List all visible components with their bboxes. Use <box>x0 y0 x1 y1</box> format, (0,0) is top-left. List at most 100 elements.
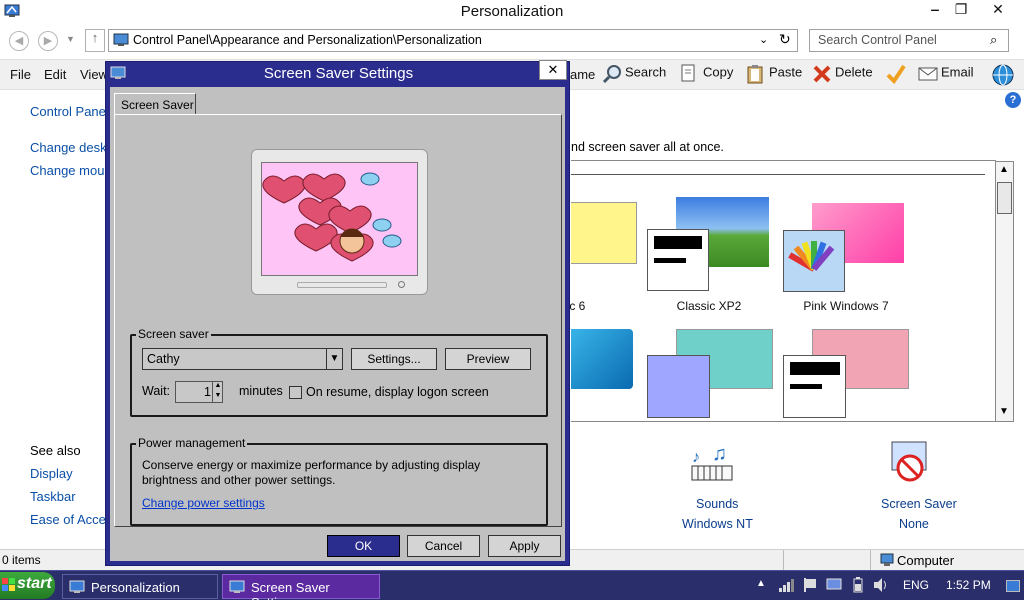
tray-expand-icon[interactable]: ▲ <box>756 578 766 589</box>
ok-button[interactable]: OK <box>327 535 400 557</box>
help-icon[interactable]: ? <box>1005 92 1021 108</box>
clock[interactable]: 1:52 PM <box>946 578 991 592</box>
screen-saver-dialog: Screen Saver Settings Screen Saver Scree… <box>105 61 570 566</box>
taskbar-item-label: Personalization <box>91 580 180 595</box>
change-mouse-link[interactable]: Change mous <box>30 163 111 178</box>
wait-value: 1 <box>204 385 211 399</box>
window-line-shape <box>654 258 686 263</box>
monitor-power-button <box>398 281 405 288</box>
battery-icon[interactable] <box>852 576 864 597</box>
theme-row2-b-window <box>647 355 710 418</box>
forward-icon[interactable]: ▶ <box>38 31 58 51</box>
monitor-icon[interactable] <box>826 577 842 596</box>
copy-icon <box>680 64 698 82</box>
computer-icon <box>880 553 894 570</box>
address-dropdown-icon[interactable]: ⌄ <box>759 33 768 46</box>
gallery-scrollbar[interactable]: ▲ ▼ <box>995 161 1014 422</box>
screen-saver-icon[interactable] <box>888 440 938 493</box>
network-signal-icon[interactable] <box>778 577 794 596</box>
copy-button[interactable]: Copy <box>680 64 733 82</box>
refresh-icon[interactable]: ↻ <box>779 31 791 48</box>
stepper-down-icon[interactable]: ▼ <box>212 392 223 402</box>
tab-panel: Screen saver Cathy ▼ Settings... Preview… <box>114 114 562 527</box>
status-divider <box>870 550 871 570</box>
language-indicator[interactable]: ENG <box>903 578 929 592</box>
copy-button-label: Copy <box>703 64 734 80</box>
delete-button[interactable]: Delete <box>812 64 873 83</box>
flag-icon[interactable] <box>802 577 818 596</box>
search-icon[interactable]: ⌕ <box>990 32 997 48</box>
screen-saver-preview-screen <box>261 162 418 276</box>
screen-saver-label[interactable]: Screen Saver <box>881 497 957 511</box>
taskbar-link[interactable]: Taskbar <box>30 489 76 504</box>
cathy-hearts-graphic <box>262 172 402 262</box>
search-placeholder: Search Control Panel <box>818 33 937 47</box>
history-dropdown-icon[interactable]: ▼ <box>66 34 75 44</box>
control-panel-home-link[interactable]: Control Panel <box>30 104 109 119</box>
menu-edit[interactable]: Edit <box>44 67 66 82</box>
theme-pink-win7-window <box>783 230 845 292</box>
sounds-label[interactable]: Sounds <box>696 497 738 511</box>
window-bar-shape <box>790 362 840 375</box>
chevron-down-icon[interactable]: ▼ <box>326 348 342 370</box>
theme-row2-a-preview[interactable] <box>571 329 633 389</box>
checkmark-button[interactable] <box>886 64 909 85</box>
theme-pink-win7-label: Pink Windows 7 <box>803 299 889 313</box>
sounds-icon[interactable]: ♫ ♪ <box>688 440 742 493</box>
taskbar-item-screen-saver-settings[interactable]: Screen Saver Settings <box>222 574 380 600</box>
color-palette-icon <box>788 241 835 272</box>
change-power-settings-link[interactable]: Change power settings <box>142 496 265 510</box>
up-arrow-icon[interactable]: ↑ <box>85 29 105 52</box>
preview-button[interactable]: Preview <box>445 348 531 370</box>
theme-classic6-preview[interactable] <box>571 202 637 264</box>
address-path: Control Panel\Appearance and Personaliza… <box>133 33 482 47</box>
apply-button[interactable]: Apply <box>488 535 561 557</box>
sounds-value: Windows NT <box>682 517 753 531</box>
taskbar-item-personalization[interactable]: Personalization <box>62 574 218 599</box>
screen-saver-group <box>130 334 548 417</box>
stepper-up-icon[interactable]: ▲ <box>212 382 223 392</box>
scroll-down-icon[interactable]: ▼ <box>999 406 1009 417</box>
show-desktop-icon[interactable] <box>1006 580 1020 592</box>
back-icon[interactable]: ◀ <box>9 31 29 51</box>
settings-button[interactable]: Settings... <box>351 348 437 370</box>
toolbar-search-button[interactable]: Search <box>602 64 667 84</box>
email-icon <box>918 64 938 82</box>
globe-icon[interactable] <box>990 63 1016 90</box>
paste-button-label: Paste <box>769 64 803 80</box>
screen-saver-select[interactable]: Cathy ▼ <box>142 348 343 370</box>
theme-classic-xp2-window <box>647 229 709 291</box>
monitor-preview <box>251 149 428 295</box>
minutes-label: minutes <box>239 384 283 398</box>
search-button-label: Search <box>625 64 667 80</box>
display-link[interactable]: Display <box>30 466 73 481</box>
resume-logon-checkbox[interactable] <box>289 386 302 399</box>
menu-partial[interactable]: ame <box>570 67 595 82</box>
theme-classic-xp2-label: Classic XP2 <box>676 299 742 313</box>
close-button[interactable]: ✕ <box>983 1 1013 21</box>
maximize-button[interactable]: ❐ <box>946 1 976 21</box>
window-line-shape <box>790 384 822 389</box>
start-button[interactable]: start <box>0 572 55 599</box>
scroll-thumb[interactable] <box>997 182 1012 214</box>
scroll-up-icon[interactable]: ▲ <box>999 164 1009 175</box>
svg-text:♪: ♪ <box>692 449 700 466</box>
tab-screen-saver[interactable]: Screen Saver <box>114 93 196 115</box>
cancel-button[interactable]: Cancel <box>407 535 480 557</box>
volume-icon[interactable] <box>872 577 890 596</box>
see-also-heading: See also <box>30 443 81 458</box>
tab-label: Screen Saver <box>121 98 194 112</box>
search-input[interactable]: Search Control Panel ⌕ <box>809 29 1009 52</box>
menu-view[interactable]: View <box>80 67 108 82</box>
theme-row2-c-window <box>783 355 846 418</box>
email-button-label: Email <box>941 64 974 80</box>
monitor-base <box>297 282 387 288</box>
wait-minutes-stepper[interactable]: 1 ▲ ▼ <box>175 381 223 403</box>
address-field[interactable]: Control Panel\Appearance and Personaliza… <box>108 29 798 52</box>
wait-label: Wait: <box>142 384 171 398</box>
window-title: Personalization <box>460 3 564 20</box>
email-button[interactable]: Email <box>918 64 974 82</box>
menu-file[interactable]: File <box>10 67 31 82</box>
dialog-close-button[interactable]: ✕ <box>539 60 567 80</box>
paste-button[interactable]: Paste <box>746 64 803 84</box>
